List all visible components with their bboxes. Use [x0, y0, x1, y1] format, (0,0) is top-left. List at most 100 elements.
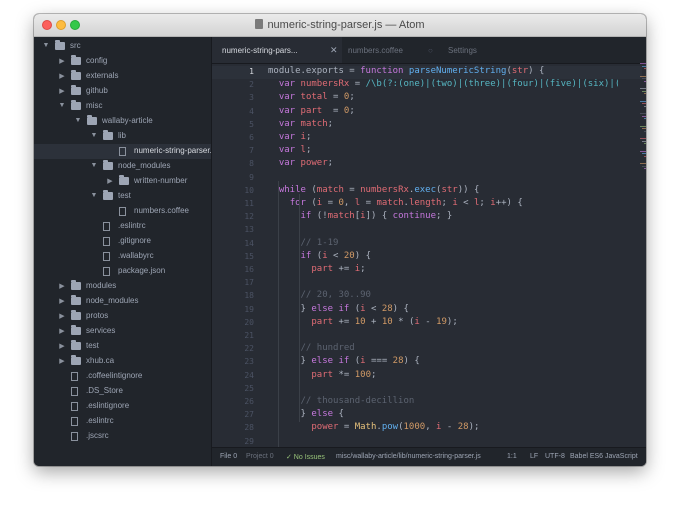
line-number[interactable]: 7: [214, 146, 254, 155]
code-line[interactable]: var part = 0;: [268, 106, 355, 119]
code-line[interactable]: // 20, 30..90: [268, 290, 371, 303]
code-line[interactable]: if (i < 20) {: [268, 251, 371, 264]
line-number[interactable]: 1: [214, 67, 254, 76]
code-line[interactable]: part *= 100;: [268, 370, 376, 383]
tree-item[interactable]: ▶ services: [34, 324, 211, 339]
line-number[interactable]: 25: [214, 384, 254, 393]
tab-numeric-string-parser[interactable]: numeric-string-pars... ✕: [212, 37, 342, 63]
code-line[interactable]: part += i;: [268, 264, 365, 277]
status-file-count[interactable]: File 0: [220, 453, 237, 460]
tree-item[interactable]: .gitignore: [34, 234, 211, 249]
code-editor[interactable]: module.exports = function parseNumericSt…: [268, 63, 618, 448]
line-number[interactable]: 19: [214, 305, 254, 314]
line-number[interactable]: 2: [214, 80, 254, 89]
chevron-right-icon[interactable]: ▶: [58, 87, 66, 95]
line-number[interactable]: 21: [214, 331, 254, 340]
tree-item[interactable]: ▼ test: [34, 189, 211, 204]
line-number[interactable]: 28: [214, 423, 254, 432]
chevron-right-icon[interactable]: ▶: [58, 327, 66, 335]
tree-item[interactable]: ▶ node_modules: [34, 294, 211, 309]
line-number[interactable]: 18: [214, 291, 254, 300]
code-line[interactable]: var l;: [268, 145, 312, 158]
close-tab-icon[interactable]: ✕: [330, 45, 338, 56]
tree-item[interactable]: .eslintrc: [34, 219, 211, 234]
tab-numbers-coffee[interactable]: numbers.coffee ○: [342, 37, 442, 63]
code-line[interactable]: } else {: [268, 409, 344, 422]
line-number[interactable]: 15: [214, 252, 254, 261]
tree-item[interactable]: .eslintignore: [34, 399, 211, 414]
status-linter-issues[interactable]: ✓ No Issues: [286, 453, 325, 461]
tree-item[interactable]: ▶ modules: [34, 279, 211, 294]
tree-item[interactable]: ▶ github: [34, 84, 211, 99]
line-number[interactable]: 9: [214, 173, 254, 182]
tree-item[interactable]: ▼ misc: [34, 99, 211, 114]
line-number[interactable]: 20: [214, 318, 254, 327]
line-number[interactable]: 22: [214, 344, 254, 353]
tree-item[interactable]: .DS_Store: [34, 384, 211, 399]
tree-item[interactable]: .wallabyrc: [34, 249, 211, 264]
tree-item[interactable]: ▶ protos: [34, 309, 211, 324]
status-file-path[interactable]: misc/wallaby-article/lib/numeric-string-…: [336, 453, 481, 460]
line-number[interactable]: 29: [214, 437, 254, 446]
line-number[interactable]: 12: [214, 212, 254, 221]
tree-item[interactable]: ▼ node_modules: [34, 159, 211, 174]
chevron-right-icon[interactable]: ▶: [58, 357, 66, 365]
chevron-down-icon[interactable]: ▼: [90, 132, 98, 139]
chevron-down-icon[interactable]: ▼: [42, 42, 50, 49]
chevron-right-icon[interactable]: ▶: [106, 177, 114, 185]
tree-item[interactable]: .jscsrc: [34, 429, 211, 444]
line-number[interactable]: 27: [214, 410, 254, 419]
line-number[interactable]: 13: [214, 225, 254, 234]
line-number[interactable]: 6: [214, 133, 254, 142]
code-line[interactable]: } else if (i < 28) {: [268, 304, 409, 317]
status-encoding[interactable]: UTF-8: [545, 453, 565, 460]
line-number[interactable]: 10: [214, 186, 254, 195]
chevron-down-icon[interactable]: ▼: [58, 102, 66, 109]
tree-item[interactable]: ▼ src: [34, 39, 211, 54]
minimap[interactable]: [640, 63, 646, 183]
chevron-down-icon[interactable]: ▼: [90, 192, 98, 199]
line-number[interactable]: 8: [214, 159, 254, 168]
line-number[interactable]: 24: [214, 371, 254, 380]
chevron-right-icon[interactable]: ▶: [58, 312, 66, 320]
tree-item[interactable]: ▶ test: [34, 339, 211, 354]
tree-item[interactable]: ▼ wallaby-article: [34, 114, 211, 129]
status-cursor-position[interactable]: 1:1: [507, 453, 517, 460]
code-line[interactable]: for (i = 0, l = match.length; i < l; i++…: [268, 198, 523, 211]
code-line[interactable]: var power;: [268, 158, 333, 171]
line-number[interactable]: 23: [214, 357, 254, 366]
code-line[interactable]: var match;: [268, 119, 333, 132]
code-line[interactable]: var total = 0;: [268, 92, 355, 105]
line-number[interactable]: 26: [214, 397, 254, 406]
code-line[interactable]: var i;: [268, 132, 312, 145]
code-line[interactable]: if (!match[i]) { continue; }: [268, 211, 453, 224]
tree-item[interactable]: numeric-string-parser.js: [34, 144, 211, 159]
tree-item[interactable]: .coffeelintignore: [34, 369, 211, 384]
chevron-right-icon[interactable]: ▶: [58, 342, 66, 350]
status-project-count[interactable]: Project 0: [246, 453, 274, 460]
code-line[interactable]: module.exports = function parseNumericSt…: [268, 66, 544, 79]
line-number[interactable]: 16: [214, 265, 254, 274]
chevron-right-icon[interactable]: ▶: [58, 297, 66, 305]
tree-item[interactable]: ▶ xhub.ca: [34, 354, 211, 369]
status-line-ending[interactable]: LF: [530, 453, 538, 460]
tree-item[interactable]: ▼ lib: [34, 129, 211, 144]
chevron-right-icon[interactable]: ▶: [58, 72, 66, 80]
code-line[interactable]: // thousand-decillion: [268, 396, 415, 409]
tree-item[interactable]: package.json: [34, 264, 211, 279]
code-line[interactable]: part += 10 + 10 * (i - 19);: [268, 317, 457, 330]
line-number[interactable]: 4: [214, 107, 254, 116]
code-line[interactable]: } else if (i === 28) {: [268, 356, 420, 369]
line-number[interactable]: 17: [214, 278, 254, 287]
chevron-down-icon[interactable]: ▼: [90, 162, 98, 169]
chevron-right-icon[interactable]: ▶: [58, 282, 66, 290]
code-line[interactable]: power = Math.pow(1000, i - 28);: [268, 422, 479, 435]
tree-item[interactable]: ▶ config: [34, 54, 211, 69]
status-grammar[interactable]: Babel ES6 JavaScript: [570, 453, 638, 460]
code-line[interactable]: // hundred: [268, 343, 355, 356]
tree-item[interactable]: ▶ written-number: [34, 174, 211, 189]
tree-item[interactable]: ▶ externals: [34, 69, 211, 84]
line-number[interactable]: 3: [214, 93, 254, 102]
code-line[interactable]: var numbersRx = /\b(?:(one)|(two)|(three…: [268, 79, 618, 92]
tree-item[interactable]: numbers.coffee: [34, 204, 211, 219]
